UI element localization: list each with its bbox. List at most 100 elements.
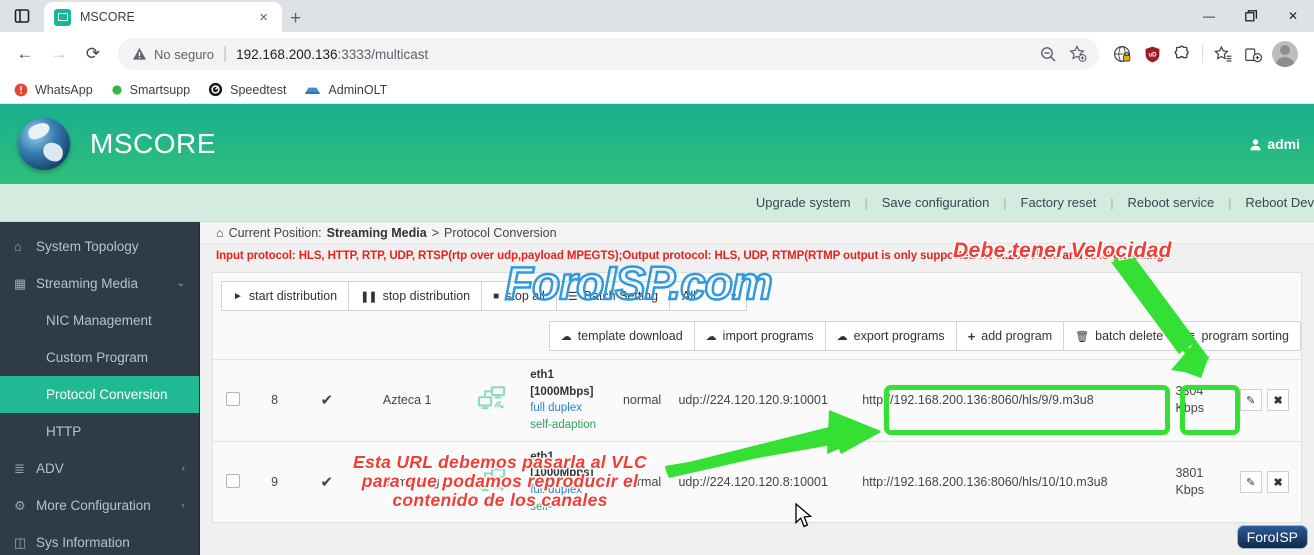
action-upgrade-system[interactable]: Upgrade system bbox=[756, 195, 851, 210]
address-bar[interactable]: No seguro | 192.168.200.136:3333/multica… bbox=[118, 38, 1099, 70]
button-label: stop all bbox=[505, 289, 545, 303]
omnibox-divider: | bbox=[222, 45, 228, 62]
protocol-warning: Input protocol: HLS, HTTP, RTP, UDP, RTS… bbox=[216, 250, 1164, 262]
table-row[interactable]: 8 ✔ Azteca 1 eth1 [1000Mbps] full duplex… bbox=[213, 359, 1301, 442]
breadcrumb-parent[interactable]: Streaming Media bbox=[327, 226, 427, 240]
row-checkbox[interactable] bbox=[225, 391, 240, 406]
tab-search-button[interactable] bbox=[0, 0, 44, 32]
add-bookmark-icon[interactable] bbox=[1063, 39, 1093, 69]
globe-lock-icon[interactable] bbox=[1107, 39, 1137, 69]
avatar[interactable] bbox=[1272, 41, 1298, 67]
close-icon[interactable]: ✖ bbox=[1267, 471, 1290, 494]
minimize-button[interactable]: — bbox=[1188, 0, 1230, 32]
sidebar-item-system-topology[interactable]: ⌂ System Topology bbox=[0, 228, 199, 265]
home-icon: ⌂ bbox=[14, 239, 22, 254]
sidebar-item-label: System Topology bbox=[36, 239, 139, 254]
cloud-upload-icon: ☁ bbox=[705, 330, 717, 343]
pencil-icon[interactable]: ✎ bbox=[1239, 389, 1262, 412]
sidebar-item-more-configuration[interactable]: ⚙ More Configuration ‹ bbox=[0, 487, 199, 524]
programs-panel: ► start distribution ❚❚ stop distributio… bbox=[212, 272, 1302, 524]
monitor-icon bbox=[54, 8, 71, 26]
bookmarks-bar: WhatsApp Smartsupp Speedtest AdminOLT bbox=[0, 76, 1314, 104]
sidebar-item-streaming-media[interactable]: ▦ Streaming Media ⌄ bbox=[0, 265, 199, 302]
close-window-button[interactable]: ✕ bbox=[1272, 0, 1314, 32]
filter-value: All bbox=[682, 289, 696, 303]
back-button[interactable]: ← bbox=[8, 37, 42, 71]
bookmark-smartsupp[interactable]: Smartsupp bbox=[111, 83, 190, 97]
tab-collections-icon[interactable] bbox=[1238, 39, 1268, 69]
stop-all-button[interactable]: ■ stop all bbox=[481, 281, 557, 311]
breadcrumb-current: Protocol Conversion bbox=[444, 225, 557, 240]
nic-name: eth1 bbox=[530, 369, 554, 381]
favorites-icon[interactable] bbox=[1208, 39, 1238, 69]
gears-icon: ⚙ bbox=[14, 497, 26, 513]
speedtest-icon bbox=[209, 82, 223, 97]
maximize-button[interactable] bbox=[1230, 0, 1272, 32]
sidebar-item-custom-program[interactable]: Custom Program bbox=[0, 339, 199, 376]
batch-setting-button[interactable]: ☰ Batch Setting bbox=[555, 281, 671, 311]
new-tab-button[interactable]: + bbox=[290, 9, 301, 32]
close-icon[interactable]: ✖ bbox=[1267, 389, 1290, 412]
table-row[interactable]: 9 ✔ Boomerang eth1 [1000Mbps] full duple… bbox=[213, 440, 1301, 523]
action-save-configuration[interactable]: Save configuration bbox=[882, 195, 990, 210]
browser-navbar: ← → ⟳ No seguro | 192.168.200.136:3333/m… bbox=[0, 32, 1314, 76]
start-distribution-button[interactable]: ► start distribution bbox=[221, 281, 350, 311]
action-factory-reset[interactable]: Factory reset bbox=[1021, 195, 1097, 210]
play-icon: ► bbox=[233, 290, 243, 302]
export-programs-button[interactable]: ☁ export programs bbox=[824, 321, 957, 351]
sidebar-item-adv[interactable]: ≣ ADV ‹ bbox=[0, 450, 199, 487]
stop-distribution-button[interactable]: ❚❚ stop distribution bbox=[348, 281, 483, 311]
close-icon[interactable]: × bbox=[255, 8, 272, 27]
zoom-out-icon[interactable] bbox=[1033, 39, 1063, 69]
program-sorting-button[interactable]: ≣ program sorting bbox=[1174, 321, 1301, 351]
sidebar-item-sys-information[interactable]: ◫ Sys Information bbox=[0, 524, 199, 555]
output-url[interactable]: http://192.168.200.136:8060/hls/10/10.m3… bbox=[858, 440, 1172, 523]
bandwidth-unit: Kbps bbox=[1175, 401, 1204, 416]
puzzle-extension-icon[interactable] bbox=[1167, 39, 1197, 69]
main-content: ⌂ Current Position: Streaming Media > Pr… bbox=[200, 222, 1314, 555]
restore-icon bbox=[1244, 9, 1257, 21]
sidebar-item-label: Custom Program bbox=[46, 350, 149, 365]
sidebar-item-label: NIC Management bbox=[46, 313, 152, 328]
sidebar-item-nic-management[interactable]: NIC Management bbox=[0, 302, 199, 339]
bookmark-whatsapp[interactable]: WhatsApp bbox=[14, 83, 93, 97]
forward-button[interactable]: → bbox=[42, 37, 76, 71]
security-indicator[interactable]: No seguro bbox=[132, 47, 214, 62]
adminolt-icon bbox=[305, 87, 321, 94]
pencil-icon[interactable]: ✎ bbox=[1239, 471, 1262, 494]
browser-tab[interactable]: MSCORE × bbox=[44, 2, 282, 32]
action-reboot-service[interactable]: Reboot service bbox=[1128, 195, 1215, 210]
nic-info: eth1 [1000Mbps] full duplex self-adaptio… bbox=[526, 359, 610, 442]
user-label: admi bbox=[1267, 136, 1300, 152]
tab-title: MSCORE bbox=[80, 10, 135, 24]
sidebar-item-protocol-conversion[interactable]: Protocol Conversion bbox=[0, 376, 199, 413]
system-action-bar: Upgrade system | Save configuration | Fa… bbox=[0, 184, 1314, 222]
output-url[interactable]: http://192.168.200.136:8060/hls/9/9.m3u8 bbox=[858, 359, 1172, 442]
row-id: 9 bbox=[252, 440, 297, 523]
bookmark-speedtest[interactable]: Speedtest bbox=[208, 82, 286, 97]
sidebar-panel-icon bbox=[14, 9, 30, 23]
row-checkbox[interactable] bbox=[225, 473, 240, 488]
app-title: MSCORE bbox=[90, 128, 216, 159]
add-program-button[interactable]: + add program bbox=[955, 321, 1065, 351]
button-label: import programs bbox=[722, 329, 814, 343]
batch-delete-button[interactable]: 🗑 batch delete bbox=[1063, 321, 1176, 351]
trash-icon: 🗑 bbox=[1075, 330, 1090, 343]
button-label: template download bbox=[577, 329, 683, 343]
sidebar: ⌂ System Topology ▦ Streaming Media ⌄ NI… bbox=[0, 222, 200, 555]
reload-button[interactable]: ⟳ bbox=[76, 37, 110, 71]
filter-select[interactable]: All ▼ bbox=[669, 281, 748, 311]
sidebar-item-label: HTTP bbox=[46, 424, 82, 439]
cloud-export-icon: ☁ bbox=[836, 330, 848, 343]
import-programs-button[interactable]: ☁ import programs bbox=[693, 321, 826, 351]
url-path: :3333/multicast bbox=[337, 46, 429, 62]
nic-adaption: self-adaption bbox=[530, 419, 597, 432]
action-reboot-device[interactable]: Reboot Dev bbox=[1245, 195, 1314, 210]
sidebar-item-http[interactable]: HTTP bbox=[0, 413, 199, 450]
bandwidth-value: 3304 bbox=[1175, 383, 1204, 398]
template-download-button[interactable]: ☁ template download bbox=[548, 321, 695, 351]
ublock-shield-icon[interactable]: uD bbox=[1137, 39, 1167, 69]
button-label: program sorting bbox=[1201, 329, 1289, 343]
user-menu[interactable]: admi bbox=[1249, 136, 1300, 152]
bookmark-adminolt[interactable]: AdminOLT bbox=[304, 83, 387, 97]
